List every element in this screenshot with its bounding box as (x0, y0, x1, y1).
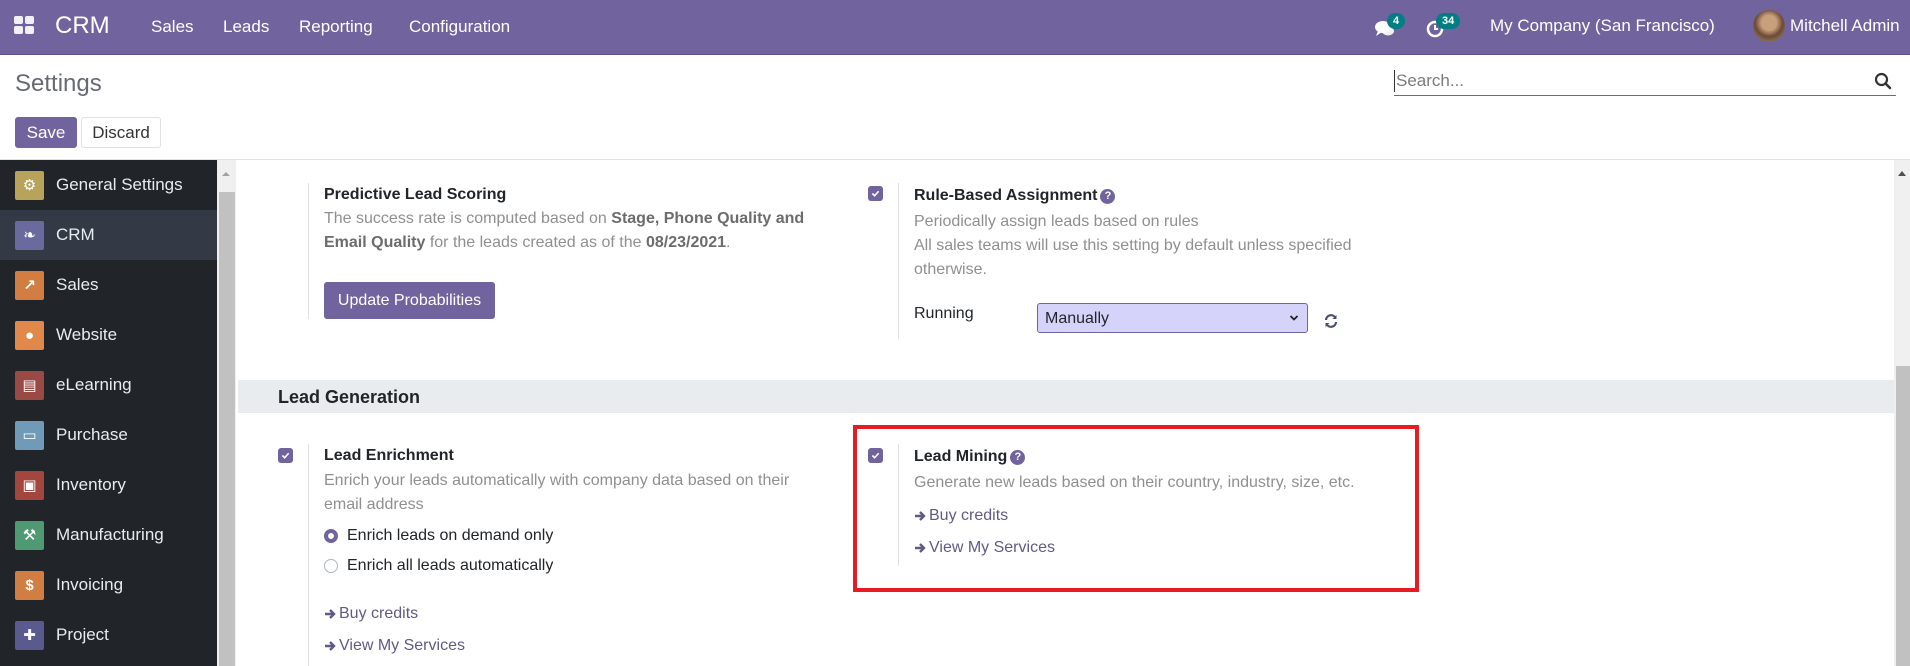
check-icon (281, 452, 290, 459)
search-box (1394, 66, 1896, 96)
lead-enrichment-title: Lead Enrichment (324, 447, 454, 464)
sidebar-item-label: eLearning (56, 375, 132, 394)
menu-leads[interactable]: Leads (223, 17, 269, 37)
check-icon (871, 452, 880, 459)
sidebar-item-purchase[interactable]: ▭ Purchase (0, 410, 217, 460)
invoice-icon: $ (15, 570, 44, 600)
setting-divider (898, 183, 899, 339)
predictive-lead-scoring-title: Predictive Lead Scoring (324, 186, 507, 203)
help-icon[interactable]: ? (1010, 449, 1026, 465)
sidebar-item-manufacturing[interactable]: ⚒ Manufacturing (0, 510, 217, 560)
app-name[interactable]: CRM (55, 12, 110, 40)
sidebar-item-label: Inventory (56, 475, 126, 494)
arrow-right-icon (325, 609, 336, 619)
running-select[interactable]: Manually (1037, 303, 1308, 333)
box-icon: ▣ (15, 470, 44, 500)
mining-buy-credits-link[interactable]: Buy credits (914, 507, 1008, 525)
search-icon[interactable] (1874, 72, 1892, 90)
setting-divider (898, 444, 899, 566)
sidebar-item-label: General Settings (56, 175, 183, 194)
rule-based-assignment-title: Rule-Based Assignment? (914, 187, 1116, 205)
help-icon[interactable]: ? (1100, 188, 1116, 204)
radio-label: Enrich leads on demand only (347, 527, 554, 544)
chart-up-icon: ↗ (15, 270, 44, 300)
enrichment-view-services-link[interactable]: View My Services (324, 637, 465, 655)
lead-enrichment-checkbox[interactable] (278, 448, 293, 463)
arrow-right-icon (915, 543, 926, 553)
sidebar-item-website[interactable]: ● Website (0, 310, 217, 360)
rule-based-assignment-description: Periodically assign leads based on rules… (914, 213, 1352, 278)
company-switcher[interactable]: My Company (San Francisco) (1490, 16, 1715, 36)
radio-enrich-automatically[interactable] (324, 559, 338, 573)
sidebar-item-label: Purchase (56, 425, 128, 444)
gear-icon: ⚙ (15, 170, 44, 200)
sidebar-item-general-settings[interactable]: ⚙ General Settings (0, 160, 217, 210)
sidebar-item-label: Sales (56, 275, 99, 294)
menu-configuration[interactable]: Configuration (409, 17, 510, 37)
scroll-up-arrow-icon[interactable] (222, 172, 230, 176)
user-avatar[interactable] (1753, 10, 1785, 42)
mining-view-services-link[interactable]: View My Services (914, 539, 1055, 557)
sidebar-item-elearning[interactable]: ▤ eLearning (0, 360, 217, 410)
setting-divider (308, 444, 309, 666)
credit-card-icon: ▭ (15, 420, 44, 450)
page-title: Settings (15, 70, 102, 97)
sidebar-item-project[interactable]: ✚ Project (0, 610, 217, 660)
presentation-icon: ▤ (15, 370, 44, 400)
menu-sales[interactable]: Sales (151, 17, 194, 37)
section-title: Lead Generation (278, 387, 421, 407)
radio-label: Enrich all leads automatically (347, 557, 554, 574)
chevron-down-icon (1289, 315, 1299, 321)
lead-mining-checkbox[interactable] (868, 448, 883, 463)
scrollbar-thumb[interactable] (219, 192, 235, 666)
update-probabilities-button[interactable]: Update Probabilities (324, 282, 495, 319)
wrench-icon: ⚒ (15, 520, 44, 550)
sidebar-item-label: Invoicing (56, 575, 124, 594)
handshake-icon: ❧ (15, 220, 44, 250)
top-navbar: CRM Sales Leads Reporting Configuration … (0, 0, 1910, 55)
settings-sidebar: ⚙ General Settings ❧ CRM ↗ Sales ● Website ▤ eLea… (0, 160, 217, 666)
menu-reporting[interactable]: Reporting (299, 17, 373, 37)
sidebar-item-invoicing[interactable]: $ Invoicing (0, 560, 217, 610)
lead-enrichment-description: Enrich your leads automatically with com… (324, 472, 790, 513)
save-button[interactable]: Save (15, 117, 77, 148)
scrollbar-thumb[interactable] (1896, 366, 1910, 666)
check-icon (871, 190, 880, 197)
enrichment-buy-credits-link[interactable]: Buy credits (324, 605, 418, 623)
predictive-lead-scoring-description: The success rate is computed based on St… (324, 210, 805, 251)
arrow-right-icon (325, 641, 336, 651)
running-select-value: Manually (1045, 310, 1110, 327)
activities-badge: 34 (1436, 13, 1461, 29)
arrow-right-icon (915, 511, 926, 521)
sidebar-item-label: CRM (56, 225, 95, 244)
discard-button[interactable]: Discard (81, 117, 161, 148)
lead-mining-title: Lead Mining? (914, 448, 1026, 466)
activities-button[interactable]: 34 (1425, 13, 1475, 40)
sidebar-item-sales[interactable]: ↗ Sales (0, 260, 217, 310)
puzzle-icon: ✚ (15, 620, 44, 650)
sidebar-item-label: Manufacturing (56, 525, 164, 544)
sidebar-scrollbar[interactable] (217, 160, 236, 666)
sidebar-item-inventory[interactable]: ▣ Inventory (0, 460, 217, 510)
setting-divider (308, 183, 309, 319)
radio-enrich-on-demand[interactable] (324, 529, 338, 543)
rule-based-assignment-checkbox[interactable] (868, 186, 883, 201)
lead-generation-section-header: Lead Generation (238, 380, 1894, 413)
content-scrollbar[interactable] (1894, 160, 1910, 666)
sidebar-item-crm[interactable]: ❧ CRM (0, 210, 217, 260)
scroll-up-arrow-icon[interactable] (1898, 171, 1906, 176)
running-label: Running (914, 305, 974, 322)
settings-content: Predictive Lead Scoring The success rate… (238, 160, 1894, 666)
messages-badge: 4 (1387, 13, 1406, 29)
messages-button[interactable]: 4 (1374, 13, 1414, 40)
lead-mining-description: Generate new leads based on their countr… (914, 474, 1355, 491)
sidebar-item-label: Website (56, 325, 118, 344)
globe-icon: ● (15, 320, 44, 350)
app-grid-icon[interactable] (14, 16, 34, 34)
sidebar-item-label: Project (56, 625, 109, 644)
user-menu[interactable]: Mitchell Admin (1790, 16, 1900, 36)
search-input[interactable] (1394, 70, 1864, 92)
refresh-icon[interactable] (1323, 313, 1339, 329)
